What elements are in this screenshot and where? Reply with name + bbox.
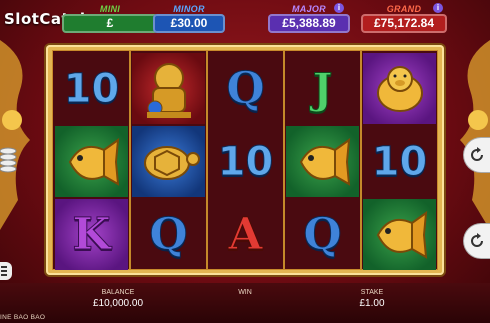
reels-frame: 10 K Q Q 10 A J Q 10	[46, 45, 444, 275]
jackpot-grand: GRAND £75,172.84 i	[361, 3, 447, 34]
symbol-q: Q	[132, 199, 205, 270]
spin-button[interactable]	[464, 224, 490, 258]
golden-pig-symbol	[363, 53, 436, 124]
win-label: WIN	[238, 289, 252, 296]
jackpot-major: MAJOR £5,388.89 i	[268, 3, 350, 34]
jackpot-mini: MINI £	[62, 4, 158, 34]
info-icon[interactable]: i	[433, 3, 443, 13]
jackpot-minor-label: MINOR	[173, 4, 205, 14]
symbol-label: 10	[63, 65, 120, 112]
golden-turtle-symbol	[132, 126, 205, 197]
symbol-label: Q	[226, 63, 265, 115]
jackpot-minor-value: £30.00	[153, 14, 225, 33]
symbol-label: A	[228, 209, 263, 261]
game-name: INE BAO BAO	[0, 314, 46, 321]
koi-fish-symbol	[363, 199, 436, 270]
stake-label: STAKE	[360, 289, 384, 296]
spin-icon	[471, 233, 483, 247]
symbol-10: 10	[209, 126, 282, 197]
symbol-a: A	[209, 199, 282, 270]
balance-label: BALANCE	[101, 289, 135, 296]
symbol-q: Q	[209, 53, 282, 124]
symbol-10: 10	[363, 126, 436, 197]
symbol-label: 10	[371, 138, 428, 185]
jackpot-mini-label: MINI	[99, 4, 121, 14]
koi-fish-symbol	[286, 126, 359, 197]
symbol-label: K	[72, 209, 111, 261]
menu-icon[interactable]	[0, 262, 12, 280]
stake-value[interactable]: £1.00	[332, 298, 412, 309]
jackpot-minor: MINOR £30.00	[153, 4, 225, 34]
symbol-10: 10	[55, 53, 128, 124]
autoplay-icon	[471, 147, 483, 161]
symbol-q: Q	[286, 199, 359, 270]
symbol-label: Q	[149, 209, 188, 261]
coins-icon[interactable]	[0, 145, 20, 184]
info-icon[interactable]: i	[334, 3, 344, 13]
symbol-k: K	[55, 199, 128, 270]
jackpot-grand-value: £75,172.84	[361, 14, 447, 33]
symbol-j: J	[286, 53, 359, 124]
golden-lion-symbol	[132, 53, 205, 124]
symbol-label: 10	[217, 138, 274, 185]
autoplay-button[interactable]	[464, 138, 490, 172]
symbol-label: Q	[303, 209, 342, 261]
jackpot-major-value: £5,388.89	[268, 14, 350, 33]
jackpot-mini-value: £	[62, 14, 158, 33]
balance-value: £10,000.00	[92, 298, 144, 309]
symbol-label: J	[312, 64, 333, 114]
koi-fish-symbol	[55, 126, 128, 197]
bottom-bar: BALANCE £10,000.00 WIN STAKE £1.00 INE B…	[0, 283, 490, 323]
reels-grid: 10 K Q Q 10 A J Q 10	[52, 50, 438, 270]
